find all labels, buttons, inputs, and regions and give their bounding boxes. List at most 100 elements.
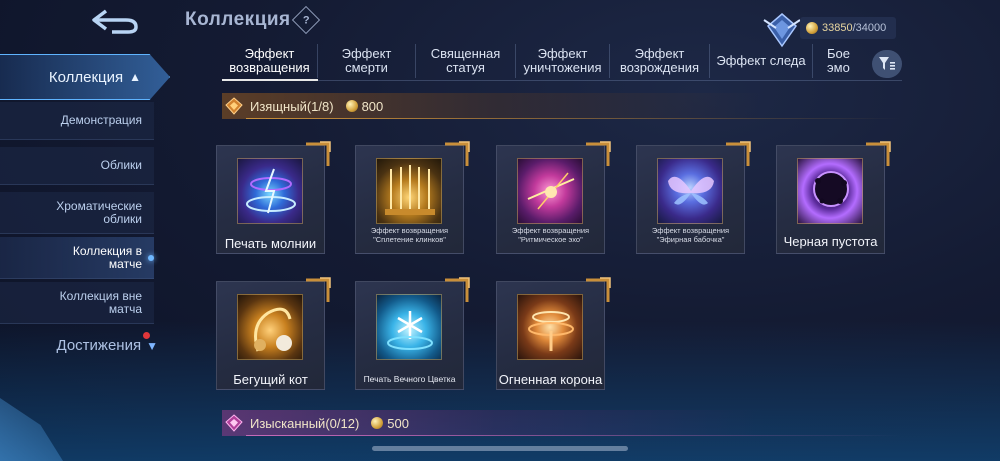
crown-icon (528, 311, 574, 351)
section-header-line (246, 435, 902, 436)
lightning-seal-thumbnail (237, 158, 303, 224)
snowflake-icon (387, 311, 433, 350)
blades-icon (385, 165, 435, 215)
card-label: Эффект возвращения "Сплетение клинков" (370, 226, 449, 244)
section-price-value: 500 (387, 415, 409, 431)
card-corner-ornament (586, 141, 611, 166)
ether-butterfly-thumbnail (657, 158, 723, 224)
gold-coin-icon (806, 22, 818, 34)
filter-icon (879, 57, 895, 70)
card-label: Черная пустота (783, 234, 878, 249)
tab-label: Эффект уничтожения (523, 46, 602, 75)
card-label: Эффект возвращения "Ритмическое эхо" (511, 226, 590, 244)
sidebar-item-label: Коллекция вне матча (59, 288, 142, 316)
running-cat-thumbnail (237, 294, 303, 360)
section-price: 800 (345, 98, 384, 114)
collection-card[interactable]: Эффект возвращения "Ритмическое эхо" (496, 141, 611, 254)
sidebar-item-out-of-match-collection[interactable]: Коллекция вне матча (0, 282, 154, 324)
sidebar: Коллекция ▲ Демонстрация Облики Хроматич… (0, 52, 170, 372)
achievements-label: Достижения (56, 337, 142, 354)
collection-card[interactable]: Печать молнии (216, 141, 331, 254)
cat-icon (254, 307, 292, 352)
active-indicator-dot (148, 254, 154, 261)
collection-card[interactable]: Огненная корона (496, 277, 611, 390)
section-title: Изящный(1/8) (250, 98, 334, 114)
chevron-down-icon: ▼ (146, 338, 158, 353)
collection-card[interactable]: Бегущий кот (216, 277, 331, 390)
card-corner-ornament (866, 141, 891, 166)
refined-tier-icon (225, 414, 243, 432)
collection-card[interactable]: Эффект возвращения "Эфирная бабочка" (636, 141, 751, 254)
background-shard (0, 398, 63, 461)
card-corner-ornament (306, 141, 331, 166)
section-title: Изысканный(0/12) (250, 415, 360, 431)
blade-weave-thumbnail (376, 158, 442, 224)
section-header-line (246, 118, 902, 119)
tab-divider (222, 80, 902, 81)
card-label: Огненная корона (498, 372, 603, 387)
currency-max: /34000 (852, 22, 887, 34)
butterfly-icon (668, 176, 714, 205)
sidebar-item-collection[interactable]: Коллекция ▲ (0, 54, 170, 100)
page-title: Коллекция (185, 9, 291, 30)
gold-coin-icon (345, 100, 358, 112)
sidebar-item-label: Облики (100, 158, 142, 172)
tab-label: Эффект смерти (341, 46, 392, 75)
scrollbar[interactable] (372, 446, 628, 451)
echo-icon (527, 172, 575, 210)
back-button[interactable] (70, 6, 160, 36)
section-price-value: 800 (361, 98, 384, 114)
card-label: Печать Вечного Цветка (363, 374, 456, 384)
card-corner-ornament (726, 141, 751, 166)
help-icon[interactable]: ? (291, 5, 321, 35)
tab-elimination-effect[interactable]: Эффект уничтожения (516, 44, 610, 78)
sidebar-item-skins[interactable]: Облики (0, 147, 154, 185)
tab-battle-emote[interactable]: Бое эмо (813, 44, 867, 78)
card-corner-ornament (306, 277, 331, 302)
card-label: Эффект возвращения "Эфирная бабочка" (651, 226, 730, 244)
card-label: Бегущий кот (233, 372, 308, 387)
tab-trail-effect[interactable]: Эффект следа (710, 44, 813, 78)
tab-holy-statue[interactable]: Священная статуя (416, 44, 516, 78)
tab-respawn-effect[interactable]: Эффект возрождения (610, 44, 710, 78)
tab-label: Эффект возвращения (229, 46, 310, 75)
tab-label: Эффект возрождения (619, 46, 700, 75)
sidebar-item-label: Коллекция в матче (72, 243, 142, 271)
section-header-refined: Изысканный(0/12) 500 (222, 410, 902, 436)
void-icon (813, 171, 849, 207)
currency-display[interactable]: 33850/34000 (800, 17, 896, 39)
sidebar-item-achievements[interactable]: Достижения ▼ (0, 337, 160, 354)
lightning-icon (246, 168, 296, 214)
tab-death-effect[interactable]: Эффект смерти (318, 44, 416, 78)
notification-dot (143, 332, 150, 339)
sidebar-item-label: Хроматические облики (56, 198, 142, 226)
gold-coin-icon (371, 417, 384, 429)
filter-button[interactable] (872, 50, 902, 78)
sidebar-item-chromatic-skins[interactable]: Хроматические облики (0, 192, 154, 234)
card-corner-ornament (445, 141, 470, 166)
currency-current: 33850 (822, 22, 853, 34)
section-price: 500 (371, 416, 409, 431)
sidebar-item-demonstration[interactable]: Демонстрация (0, 102, 154, 140)
tab-recall-effect[interactable]: Эффект возвращения (222, 44, 318, 78)
sidebar-item-in-match-collection[interactable]: Коллекция в матче (0, 237, 154, 279)
collection-card[interactable]: Эффект возвращения "Сплетение клинков" (355, 141, 470, 254)
black-void-thumbnail (797, 158, 863, 224)
rhythmic-echo-thumbnail (517, 158, 583, 224)
tab-label: Бое эмо (827, 46, 850, 75)
fire-crown-thumbnail (517, 294, 583, 360)
card-corner-ornament (586, 277, 611, 302)
tab-label: Священная статуя (430, 46, 501, 75)
section-header-elegant: Изящный(1/8) 800 (222, 93, 902, 119)
eternal-flower-seal-thumbnail (376, 294, 442, 360)
sidebar-item-label: Демонстрация (60, 113, 142, 127)
elegant-tier-icon (225, 97, 243, 115)
collection-card[interactable]: Печать Вечного Цветка (355, 277, 470, 390)
sidebar-main-label: Коллекция (48, 68, 124, 86)
back-arrow-icon (92, 9, 138, 34)
active-tab-underline (222, 79, 318, 81)
collection-card[interactable]: Черная пустота (776, 141, 891, 254)
tab-bar: Эффект возвращения Эффект смерти Священн… (222, 44, 867, 80)
help-glyph: ? (302, 13, 310, 26)
card-label: Печать молнии (224, 236, 317, 251)
